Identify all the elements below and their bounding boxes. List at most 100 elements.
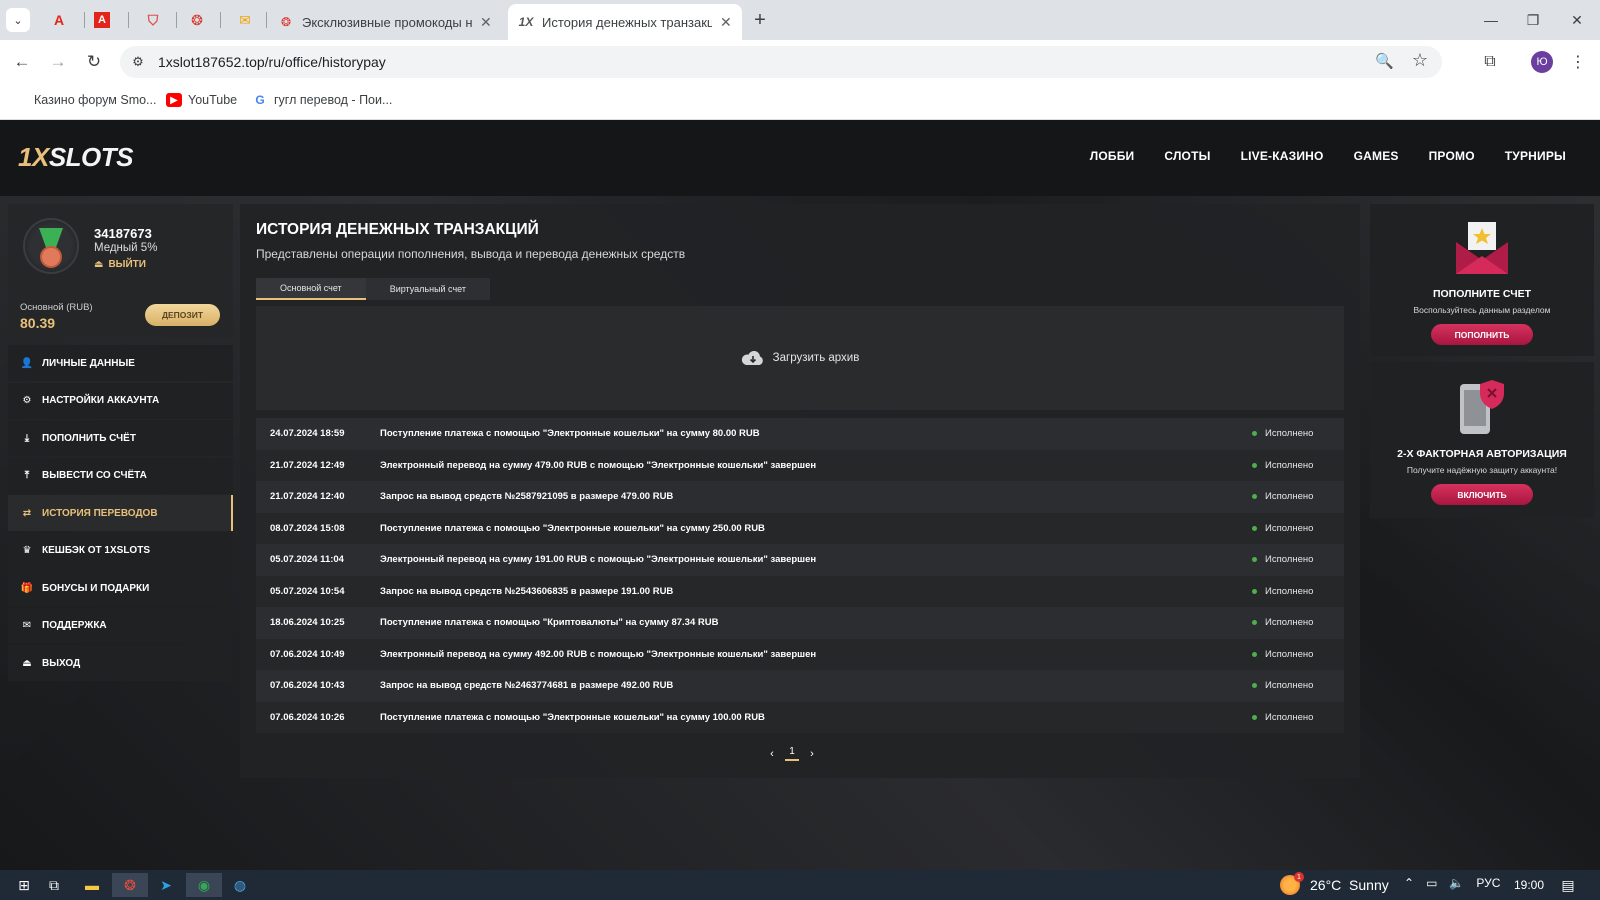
envelope-star-icon: [1456, 222, 1508, 274]
transaction-description: Поступление платежа с помощью "Электронн…: [380, 522, 765, 534]
pinned-tab-mail[interactable]: ✉: [234, 9, 256, 31]
language-indicator[interactable]: РУС: [1476, 876, 1500, 890]
transaction-date: 18.06.2024 10:25: [270, 617, 345, 629]
side-item-support[interactable]: ✉ ПОДДЕРЖКА: [8, 607, 233, 644]
transaction-date: 07.06.2024 10:49: [270, 648, 345, 660]
transaction-date: 21.07.2024 12:40: [270, 491, 345, 503]
tab-search-button[interactable]: ⌄: [6, 8, 30, 32]
side-item-exit[interactable]: ⏏ ВЫХОД: [8, 645, 233, 681]
url-text[interactable]: 1xslot187652.top/ru/office/historypay: [158, 54, 386, 70]
side-item-account-settings[interactable]: ⚙ НАСТРОЙКИ АККАУНТА: [8, 382, 233, 419]
pinned-tab-acrobat[interactable]: A: [48, 9, 70, 31]
status-label: Исполнено: [1265, 459, 1314, 471]
browser-menu-button[interactable]: ⋮: [1568, 50, 1588, 74]
bookmark-google-translate[interactable]: G гугл перевод - Пои...: [252, 93, 392, 107]
tab-promocodes[interactable]: ❂ Эксклюзивные промокоды на ✕: [268, 4, 502, 40]
transaction-status: Исполнено: [1252, 523, 1344, 534]
pinned-tab-pdf[interactable]: A: [94, 12, 110, 28]
pinned-tab-shield[interactable]: ⛉: [142, 9, 164, 31]
transaction-status: Исполнено: [1252, 554, 1344, 565]
deposit-button[interactable]: ДЕПОЗИТ: [145, 304, 220, 326]
nav-live-casino[interactable]: LIVE-КАЗИНО: [1241, 149, 1324, 163]
bookmark-label: YouTube: [188, 93, 238, 107]
chevron-up-icon[interactable]: ⌃: [1404, 876, 1414, 890]
chevron-left-icon[interactable]: ‹: [765, 748, 779, 760]
site-logo[interactable]: 1XSLOTS: [18, 142, 133, 173]
withdraw-icon: ⤒: [24, 470, 30, 481]
clock[interactable]: 19:00: [1514, 878, 1544, 892]
side-item-bonuses[interactable]: 🎁 БОНУСЫ И ПОДАРКИ: [8, 570, 233, 606]
download-archive-button[interactable]: Загрузить архив: [256, 306, 1344, 410]
side-item-withdraw[interactable]: ⤒ ВЫВЕСТИ СО СЧЁТА: [8, 457, 233, 494]
nav-lobby[interactable]: ЛОББИ: [1090, 149, 1135, 163]
transaction-description: Запрос на вывод средств №2587921095 в ра…: [380, 491, 674, 503]
taskbar-telegram[interactable]: ➤: [148, 873, 184, 897]
system-tray: ⌃ ▭ 🔈 РУС: [1404, 876, 1512, 890]
status-dot-icon: [1252, 620, 1257, 626]
chrome-icon: ◉: [197, 876, 211, 893]
zoom-icon[interactable]: 🔍: [1375, 52, 1394, 70]
taskbar-app[interactable]: ❂: [112, 873, 148, 897]
address-bar[interactable]: ⚙ 1xslot187652.top/ru/office/historypay …: [120, 46, 1442, 78]
new-tab-button[interactable]: +: [748, 8, 772, 32]
minimize-button[interactable]: —: [1476, 8, 1506, 32]
taskbar-explorer[interactable]: ▬: [74, 873, 110, 897]
reload-button[interactable]: ↻: [82, 50, 106, 74]
status-label: Исполнено: [1265, 680, 1314, 692]
bookmark-casino-forum[interactable]: Казино форум Smo...: [34, 93, 156, 107]
nav-games[interactable]: GAMES: [1354, 149, 1399, 163]
side-item-transfer-history[interactable]: ⇄ ИСТОРИЯ ПЕРЕВОДОВ: [8, 495, 233, 531]
logout-link[interactable]: ⏏ ВЫЙТИ: [94, 259, 146, 270]
exit-icon: ⏏: [94, 259, 104, 270]
extensions-button[interactable]: ⧉: [1478, 50, 1502, 74]
table-row: 07.06.2024 10:43 Запрос на вывод средств …: [256, 670, 1344, 702]
promo-title: 2-Х ФАКТОРНАЯ АВТОРИЗАЦИЯ: [1397, 448, 1567, 460]
network-icon[interactable]: ▭: [1426, 876, 1437, 890]
nav-tournaments[interactable]: ТУРНИРЫ: [1505, 149, 1566, 163]
back-button[interactable]: ←: [10, 50, 34, 74]
nav-promo[interactable]: ПРОМО: [1429, 149, 1475, 163]
page-number[interactable]: 1: [785, 746, 799, 761]
transaction-date: 21.07.2024 12:49: [270, 459, 345, 471]
status-dot-icon: [1252, 462, 1257, 468]
tab-main-account[interactable]: Основной счет: [256, 278, 366, 300]
arrow-left-icon: ←: [13, 52, 31, 71]
weather-widget[interactable]: 1 26°C Sunny: [1280, 872, 1389, 895]
taskbar-browser[interactable]: ◍: [222, 873, 258, 897]
promo-enable-2fa-button[interactable]: ВКЛЮЧИТЬ: [1431, 484, 1533, 505]
casino-icon: ❂: [280, 15, 292, 29]
pinned-tab-casino[interactable]: ❂: [186, 9, 208, 31]
promo-deposit-button[interactable]: ПОПОЛНИТЬ: [1431, 324, 1533, 345]
site-info-icon[interactable]: ⚙: [128, 52, 148, 72]
table-row: 05.07.2024 11:04 Электронный перевод на с…: [256, 544, 1344, 576]
bookmark-youtube[interactable]: ▶ YouTube: [166, 93, 237, 107]
transaction-status: Исполнено: [1252, 649, 1344, 660]
arrow-right-icon: →: [49, 52, 67, 71]
taskbar-chrome[interactable]: ◉: [186, 873, 222, 897]
transaction-date: 05.07.2024 11:04: [270, 554, 344, 566]
shield-icon: ⛉: [147, 11, 159, 28]
restore-button[interactable]: ❐: [1518, 8, 1548, 32]
transaction-description: Электронный перевод на сумму 479.00 RUB …: [380, 459, 817, 471]
side-item-cashback[interactable]: ♛ КЕШБЭК ОТ 1XSLOTS: [8, 532, 233, 569]
bookmark-star-icon[interactable]: ☆: [1412, 50, 1428, 71]
close-icon[interactable]: ✕: [480, 14, 492, 31]
tab-transaction-history[interactable]: 1X История денежных транзакци ✕: [508, 4, 742, 40]
forward-button[interactable]: →: [46, 50, 70, 74]
close-icon[interactable]: ✕: [720, 14, 732, 31]
task-view-button[interactable]: ⧉: [36, 873, 72, 897]
chevron-right-icon[interactable]: ›: [805, 748, 819, 760]
volume-icon[interactable]: 🔈: [1449, 876, 1464, 890]
notifications-button[interactable]: ▤: [1556, 875, 1580, 895]
transaction-description: Запрос на вывод средств №2543606835 в ра…: [380, 585, 674, 597]
tab-virtual-account[interactable]: Виртуальный счет: [365, 278, 490, 300]
site-header: 1XSLOTS ЛОББИ СЛОТЫ LIVE-КАЗИНО GAMES ПР…: [0, 120, 1600, 196]
profile-avatar[interactable]: Ю: [1531, 51, 1553, 73]
transaction-description: Электронный перевод на сумму 191.00 RUB …: [380, 554, 817, 566]
account-side-menu: 👤 ЛИЧНЫЕ ДАННЫЕ ⚙ НАСТРОЙКИ АККАУНТА ⤓ ПОПО…: [8, 345, 233, 683]
globe-icon: ◍: [233, 876, 247, 893]
nav-slots[interactable]: СЛОТЫ: [1164, 149, 1210, 163]
close-window-button[interactable]: ✕: [1562, 8, 1592, 32]
side-item-personal-data[interactable]: 👤 ЛИЧНЫЕ ДАННЫЕ: [8, 345, 233, 381]
side-item-deposit[interactable]: ⤓ ПОПОЛНИТЬ СЧЁТ: [8, 420, 233, 456]
